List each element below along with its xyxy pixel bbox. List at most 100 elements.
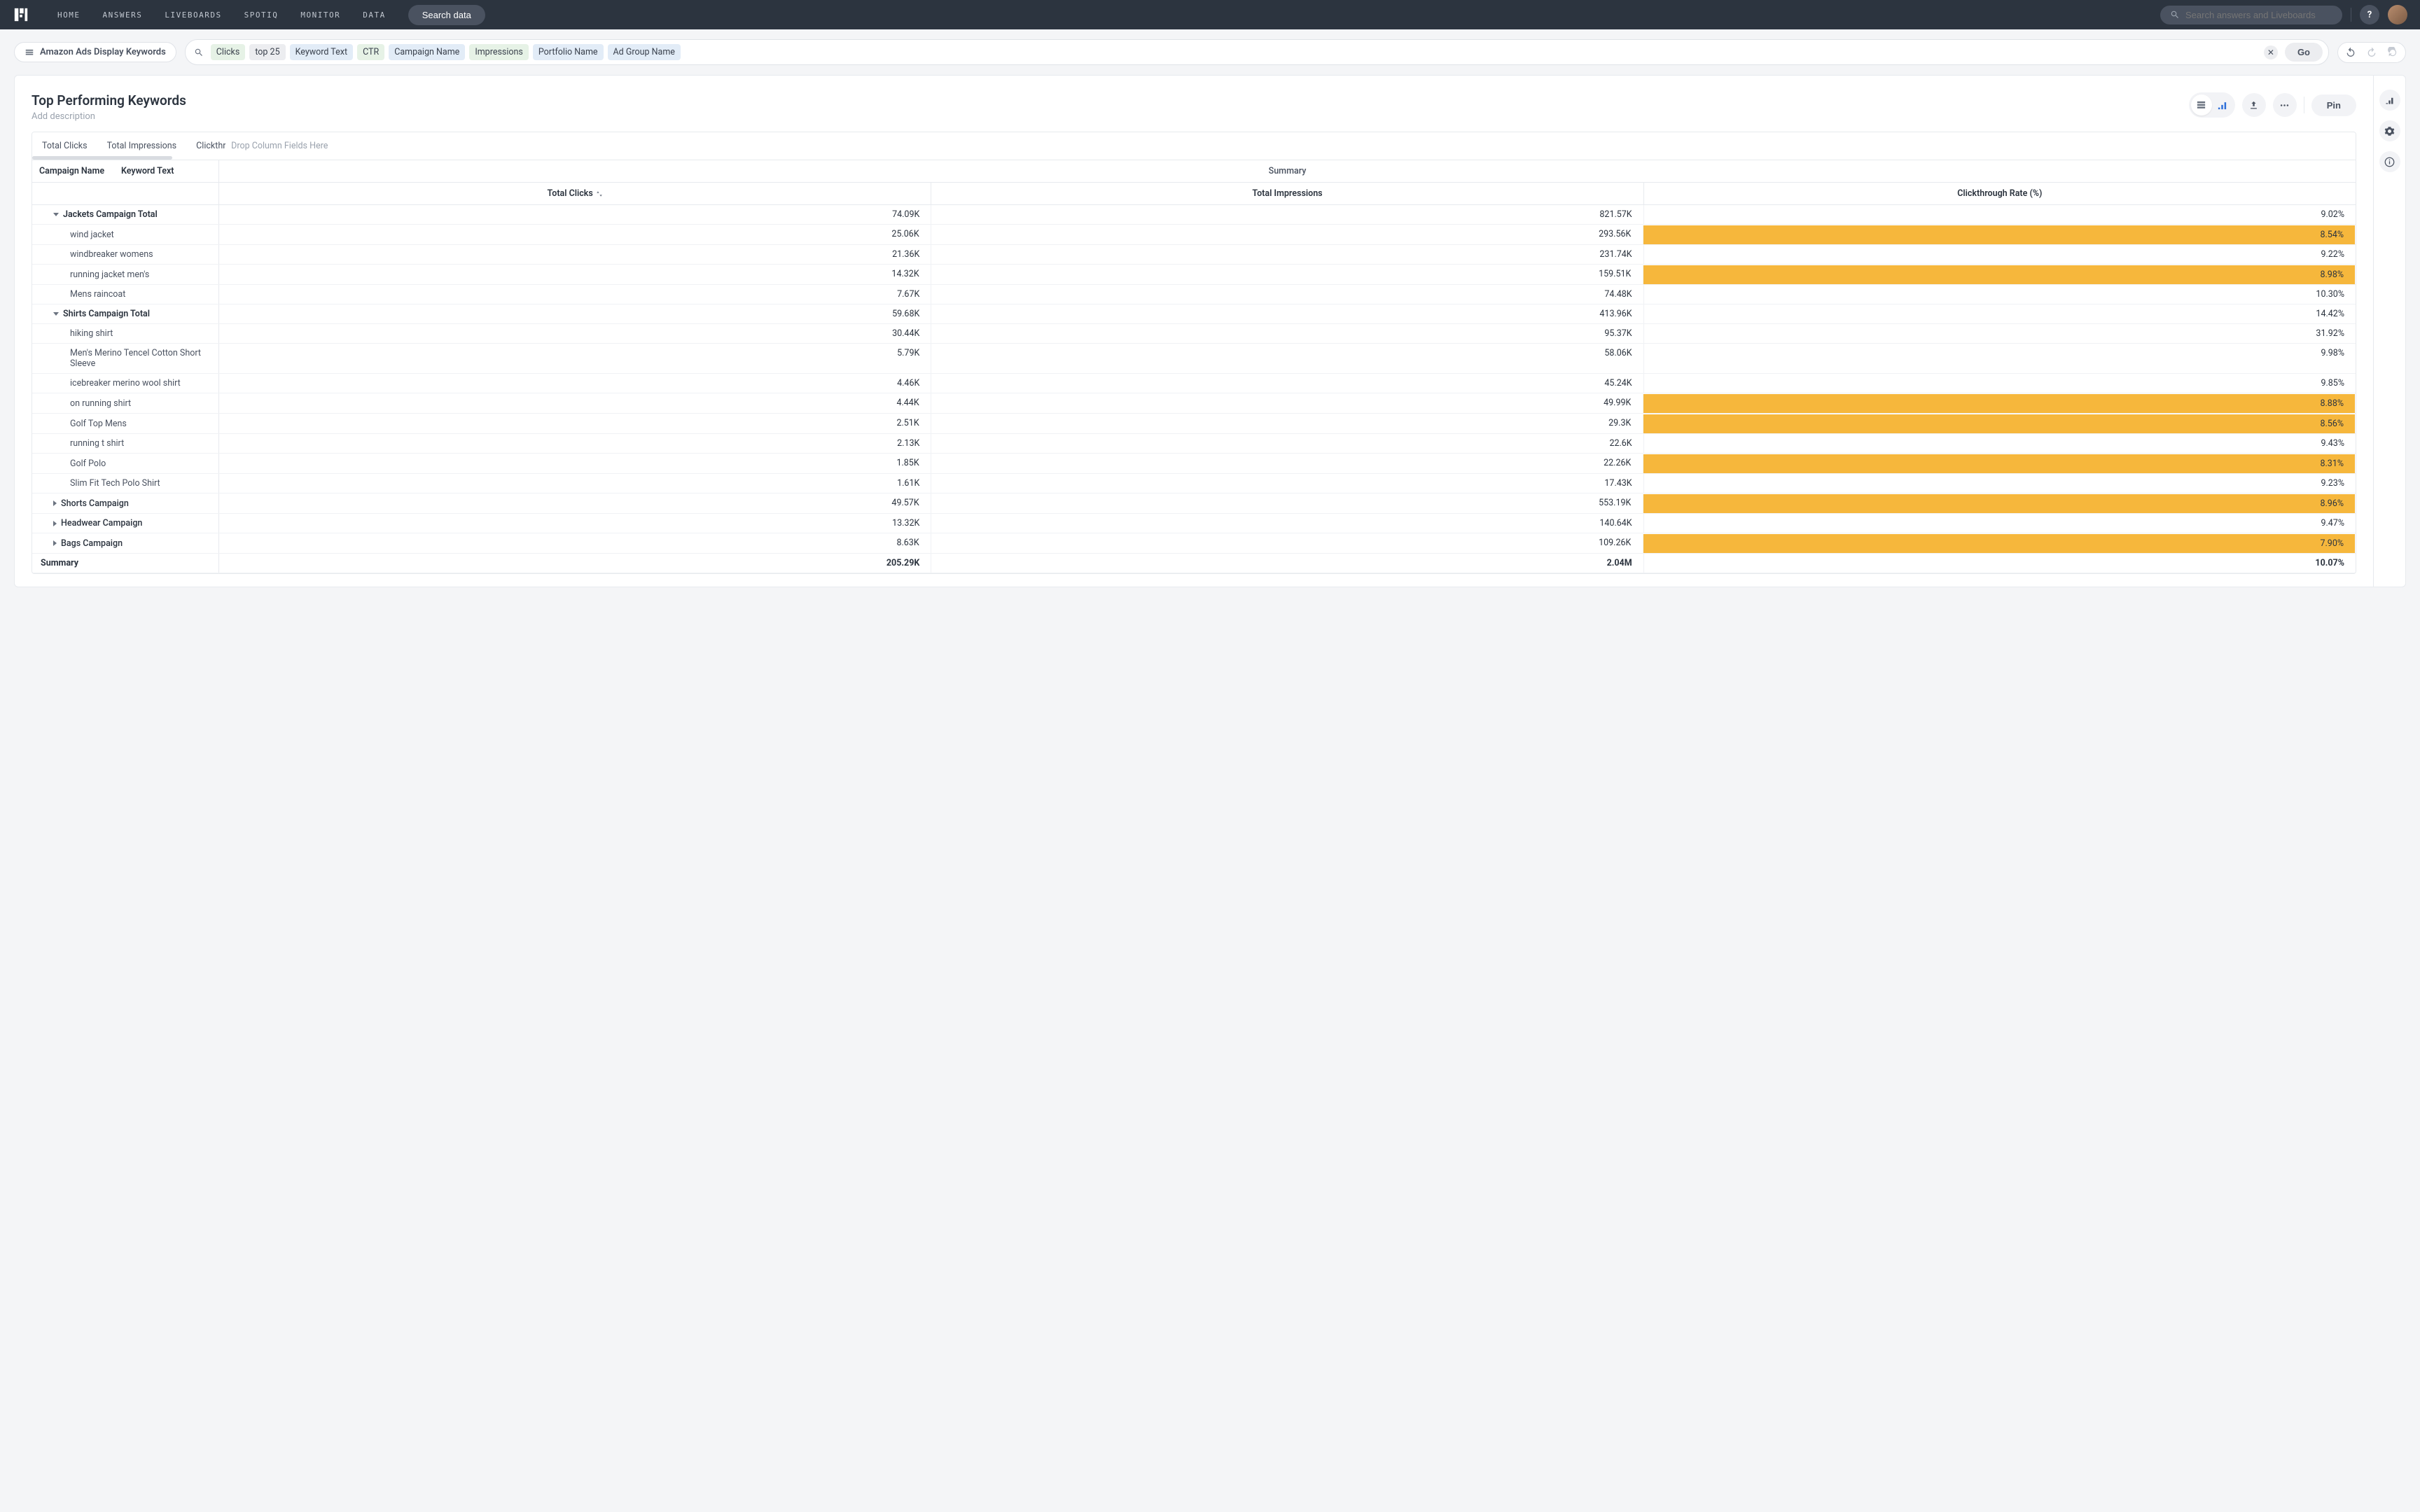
cell-value: 1.61K [219,474,931,493]
redo-icon[interactable] [2366,47,2377,58]
query-token[interactable]: Clicks [211,44,246,60]
chart-mode-button[interactable] [2212,94,2233,115]
cell-value: 17.43K [931,474,1643,493]
caret-right-icon[interactable] [53,500,57,506]
column-header[interactable]: Total Impressions [931,183,1643,204]
column-header[interactable]: Total Clicks [219,183,931,204]
user-avatar[interactable] [2388,5,2407,24]
caret-down-icon[interactable] [53,312,59,316]
nav-links: HOME ANSWERS LIVEBOARDS SPOTIQ MONITOR DATA [57,10,386,20]
table-row[interactable]: running jacket men's14.32K159.51K8.98% [32,265,2356,285]
summary-group-header: Summary [219,160,2356,182]
nav-link[interactable]: LIVEBOARDS [165,10,221,20]
more-actions-button[interactable] [2273,93,2297,117]
cell-value: 58.06K [931,344,1643,373]
table-body: Jackets Campaign Total74.09K821.57K9.02%… [32,205,2356,554]
cell-value: 553.19K [931,493,1643,513]
table-row[interactable]: Golf Polo1.85K22.26K8.31% [32,454,2356,474]
summary-label: Summary [32,554,219,573]
column-drop-zone[interactable]: Drop Column Fields Here [225,132,2356,160]
go-button[interactable]: Go [2285,43,2323,62]
nav-link[interactable]: ANSWERS [103,10,143,20]
query-token[interactable]: top 25 [249,44,285,60]
cell-value: 49.99K [931,393,1643,413]
row-label: Jackets Campaign Total [63,209,158,220]
nav-link[interactable]: HOME [57,10,81,20]
table-row[interactable]: Jackets Campaign Total74.09K821.57K9.02% [32,205,2356,225]
table-row[interactable]: hiking shirt30.44K95.37K31.92% [32,324,2356,344]
undo-icon[interactable] [2345,47,2356,58]
nav-link[interactable]: MONITOR [300,10,340,20]
cell-value: 14.32K [219,265,931,284]
nav-link[interactable]: SPOTIQ [244,10,279,20]
table-row[interactable]: Men's Merino Tencel Cotton Short Sleeve5… [32,344,2356,374]
query-token[interactable]: Campaign Name [389,44,465,60]
global-search-input[interactable] [2185,10,2332,20]
query-bar: Amazon Ads Display Keywords Clickstop 25… [0,29,2420,75]
app-logo[interactable] [13,6,29,23]
table-row[interactable]: Slim Fit Tech Polo Shirt1.61K17.43K9.23% [32,474,2356,493]
global-search[interactable] [2160,6,2342,24]
answer-title[interactable]: Top Performing Keywords [32,92,186,108]
reset-icon[interactable] [2387,47,2398,58]
query-token[interactable]: CTR [357,44,384,60]
row-label-cell: hiking shirt [32,324,219,343]
answer-card: Top Performing Keywords Add description … [14,75,2406,587]
table-row[interactable]: Bags Campaign8.63K109.26K7.90% [32,533,2356,554]
search-data-button[interactable]: Search data [408,5,485,25]
measure-tab[interactable]: Clickthro [186,132,225,160]
settings-button[interactable] [2379,120,2400,141]
row-label-cell: Bags Campaign [32,533,219,553]
data-source-chip[interactable]: Amazon Ads Display Keywords [14,42,176,62]
caret-right-icon[interactable] [53,521,57,526]
query-token[interactable]: Keyword Text [290,44,353,60]
cell-value: 8.88% [1643,394,2355,413]
cell-value: 31.92% [1643,324,2356,343]
info-button[interactable] [2379,151,2400,172]
datasource-icon [25,48,34,57]
cell-value: 45.24K [931,374,1643,393]
clear-query-button[interactable]: ✕ [2264,46,2278,59]
table-row[interactable]: running t shirt2.13K22.6K9.43% [32,434,2356,454]
query-token[interactable]: Ad Group Name [608,44,681,60]
row-label-cell: running t shirt [32,434,219,453]
row-label-cell: Golf Polo [32,454,219,473]
cell-value: 25.06K [219,225,931,244]
table-row[interactable]: Mens raincoat7.67K74.48K10.30% [32,285,2356,304]
caret-right-icon[interactable] [53,540,57,546]
row-label-cell: on running shirt [32,393,219,413]
row-label: Shorts Campaign [61,498,129,509]
cell-value: 2.13K [219,434,931,453]
answer-description[interactable]: Add description [32,111,186,122]
query-input-row[interactable]: Clickstop 25 Keyword TextCTR Campaign Name… [185,39,2329,65]
help-button[interactable]: ? [2360,5,2379,24]
table-row[interactable]: windbreaker womens21.36K231.74K9.22% [32,245,2356,265]
row-label-cell: icebreaker merino wool shirt [32,374,219,393]
share-button[interactable] [2242,93,2266,117]
dim-header[interactable]: Keyword Text [114,160,218,182]
table-row[interactable]: Headwear Campaign13.32K140.64K9.47% [32,514,2356,533]
table-row[interactable]: Shorts Campaign49.57K553.19K8.96% [32,493,2356,514]
table-mode-button[interactable] [2191,94,2212,115]
column-header[interactable]: Clickthrough Rate (%) [1643,183,2356,204]
table-row[interactable]: Golf Top Mens2.51K29.3K8.56% [32,414,2356,434]
summary-value: 205.29K [219,554,931,573]
table-row[interactable]: wind jacket25.06K293.56K8.54% [32,225,2356,245]
tab-scroll-indicator[interactable] [32,156,172,160]
pivot-table: Total Clicks Total Impressions Clickthro… [32,132,2356,574]
summary-value: 10.07% [1643,554,2356,573]
query-token[interactable]: Portfolio Name [533,44,604,60]
table-row[interactable]: on running shirt4.44K49.99K8.88% [32,393,2356,414]
caret-down-icon[interactable] [53,213,59,216]
cell-value: 59.68K [219,304,931,323]
summary-value: 2.04M [931,554,1643,573]
dim-header[interactable]: Campaign Name [32,160,114,182]
table-row[interactable]: Shirts Campaign Total59.68K413.96K14.42% [32,304,2356,324]
query-token[interactable]: Impressions [469,44,529,60]
explore-button[interactable] [2379,90,2400,111]
table-row[interactable]: icebreaker merino wool shirt4.46K45.24K9… [32,374,2356,393]
nav-link[interactable]: DATA [363,10,386,20]
pin-button[interactable]: Pin [2311,94,2356,116]
row-label-cell: Slim Fit Tech Polo Shirt [32,474,219,493]
row-label-cell: Jackets Campaign Total [32,205,219,224]
